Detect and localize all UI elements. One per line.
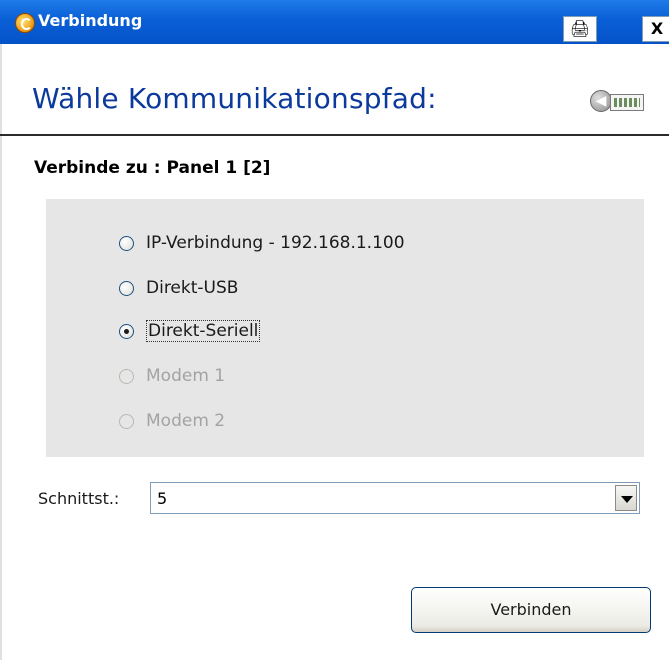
option-label: Direkt-USB xyxy=(146,278,239,298)
page-title: Wähle Kommunikationspfad: xyxy=(32,82,437,115)
option-ip-connection[interactable]: IP-Verbindung - 192.168.1.100 xyxy=(119,231,405,255)
option-modem-2: Modem 2 xyxy=(119,409,225,433)
option-label: IP-Verbindung - 192.168.1.100 xyxy=(146,233,405,253)
print-icon[interactable]: 🖨 xyxy=(563,16,597,42)
panel-icon xyxy=(610,94,644,111)
interface-select[interactable]: 5 xyxy=(150,482,640,514)
radio-modem-1 xyxy=(119,368,134,384)
option-direct-usb[interactable]: Direkt-USB xyxy=(119,276,238,300)
radio-modem-2 xyxy=(119,413,134,429)
window-frame xyxy=(0,44,2,660)
title-bar: Verbindung 🖨 X xyxy=(0,0,669,44)
option-label: Modem 2 xyxy=(146,411,226,431)
option-label: Modem 1 xyxy=(146,366,226,386)
interface-value: 5 xyxy=(157,489,168,508)
interface-label: Schnittst.: xyxy=(38,489,120,508)
connect-button[interactable]: Verbinden xyxy=(411,587,651,633)
connection-target-label: Verbinde zu : Panel 1 [2] xyxy=(34,158,271,178)
back-panel-icon[interactable]: ◀ xyxy=(590,90,644,112)
radio-serial[interactable] xyxy=(119,323,134,339)
back-arrow-icon: ◀ xyxy=(590,90,612,112)
option-label: Direkt-Seriell xyxy=(146,320,261,342)
option-direct-serial[interactable]: Direkt-Seriell xyxy=(119,319,261,343)
header-divider xyxy=(0,134,669,136)
option-modem-1: Modem 1 xyxy=(119,364,225,388)
chevron-down-icon[interactable] xyxy=(615,485,637,511)
radio-ip[interactable] xyxy=(119,235,134,251)
window-title: Verbindung xyxy=(38,11,143,30)
app-icon xyxy=(15,13,35,33)
close-button[interactable]: X xyxy=(642,16,669,42)
radio-usb[interactable] xyxy=(119,280,134,296)
